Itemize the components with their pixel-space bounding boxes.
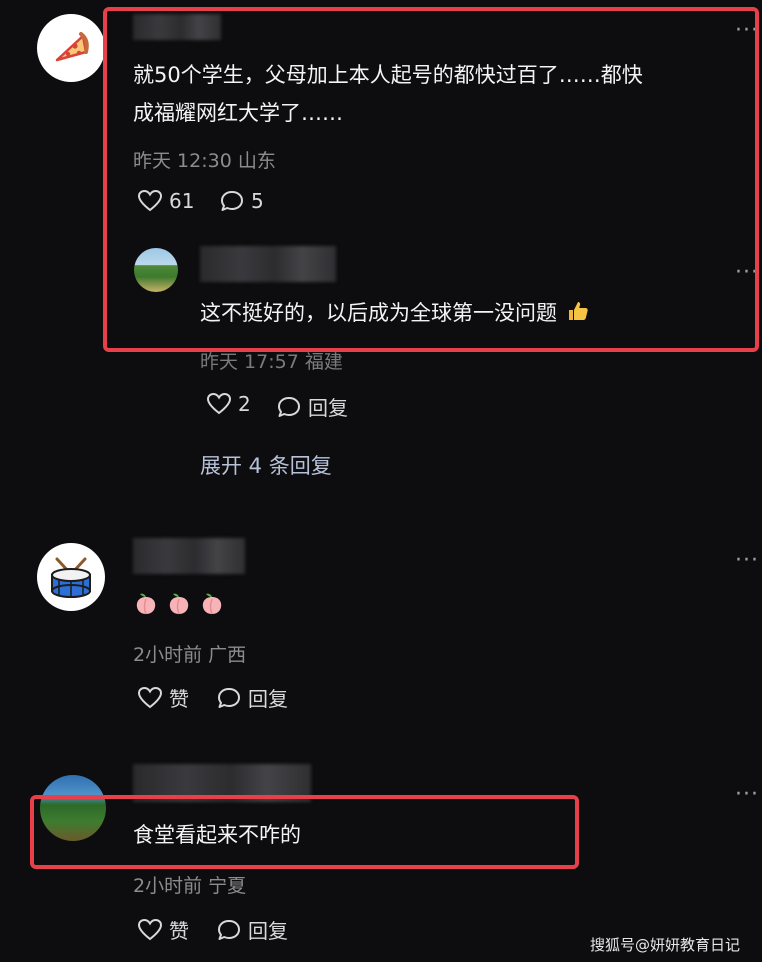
emoji-row bbox=[133, 590, 232, 616]
heart-icon bbox=[206, 392, 232, 415]
peach-icon bbox=[169, 593, 189, 615]
reply-label: 回复 bbox=[248, 687, 288, 711]
avatar[interactable] bbox=[37, 543, 105, 611]
comment-meta: 2小时前 广西 bbox=[133, 644, 247, 666]
reply-like-button[interactable]: 2 bbox=[206, 392, 251, 416]
more-options-icon[interactable]: ··· bbox=[735, 550, 759, 572]
highlight-box-2 bbox=[30, 795, 579, 869]
avatar[interactable] bbox=[37, 14, 105, 82]
expand-replies-link[interactable]: 展开 4 条回复 bbox=[200, 450, 332, 480]
watermark: 搜狐号@妍妍教育日记 bbox=[590, 936, 741, 954]
heart-icon bbox=[137, 918, 163, 940]
reply-button[interactable]: 回复 bbox=[216, 915, 288, 944]
comment-bubble-icon bbox=[218, 919, 240, 940]
reply-label: 回复 bbox=[248, 919, 288, 943]
drum-icon bbox=[51, 557, 91, 598]
like-label: 赞 bbox=[169, 687, 189, 711]
highlight-box-1 bbox=[103, 7, 759, 352]
like-button[interactable]: 赞 bbox=[137, 915, 189, 944]
username-blurred[interactable] bbox=[133, 538, 245, 574]
comment-bubble-icon bbox=[218, 687, 240, 708]
peach-icon bbox=[136, 593, 156, 615]
more-options-icon[interactable]: ··· bbox=[735, 784, 759, 806]
comment-bubble-icon bbox=[278, 396, 300, 417]
reply-reply-label: 回复 bbox=[308, 396, 348, 420]
reply-button[interactable]: 回复 bbox=[216, 683, 288, 712]
peach-icon bbox=[202, 593, 222, 615]
like-label: 赞 bbox=[169, 919, 189, 943]
reply-like-count: 2 bbox=[238, 392, 251, 416]
heart-icon bbox=[137, 686, 163, 708]
pizza-icon bbox=[55, 32, 89, 62]
comment-meta: 2小时前 宁夏 bbox=[133, 875, 247, 897]
like-button[interactable]: 赞 bbox=[137, 683, 189, 712]
reply-reply-button[interactable]: 回复 bbox=[276, 392, 348, 421]
